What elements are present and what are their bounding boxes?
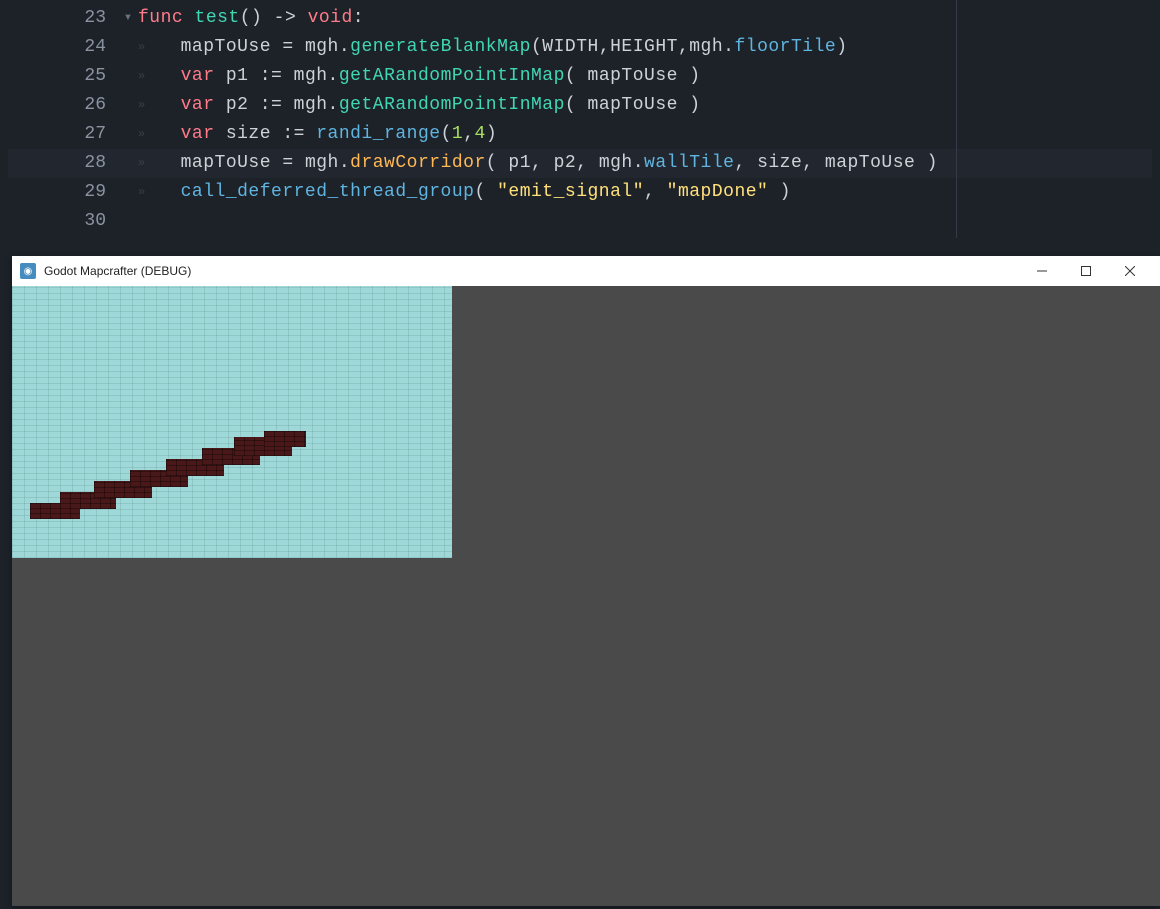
maximize-button[interactable]: [1064, 257, 1108, 285]
minimize-button[interactable]: [1020, 257, 1064, 285]
code-content[interactable]: var p2 := mgh.getARandomPointInMap( mapT…: [158, 91, 701, 120]
indent-guide-icon: »: [138, 91, 158, 120]
code-line[interactable]: 26 » var p2 := mgh.getARandomPointInMap(…: [8, 91, 1152, 120]
indent-guide-icon: »: [138, 120, 158, 149]
code-line[interactable]: 24 » mapToUse = mgh.generateBlankMap(WID…: [8, 33, 1152, 62]
window-titlebar[interactable]: ◉ Godot Mapcrafter (DEBUG): [12, 256, 1160, 286]
code-content[interactable]: mapToUse = mgh.drawCorridor( p1, p2, mgh…: [158, 149, 938, 178]
code-content[interactable]: var p1 := mgh.getARandomPointInMap( mapT…: [158, 62, 701, 91]
line-number: 30: [8, 207, 118, 236]
line-number: 24: [8, 33, 118, 62]
fold-icon[interactable]: ▾: [118, 4, 138, 33]
code-line[interactable]: 30: [8, 207, 1152, 236]
line-number: 27: [8, 120, 118, 149]
code-content[interactable]: var size := randi_range(1,4): [158, 120, 497, 149]
close-button[interactable]: [1108, 257, 1152, 285]
close-icon: [1125, 266, 1135, 276]
code-line[interactable]: 27 » var size := randi_range(1,4): [8, 120, 1152, 149]
line-number: 26: [8, 91, 118, 120]
maximize-icon: [1081, 266, 1091, 276]
line-number: 28: [8, 149, 118, 178]
indent-guide-icon: »: [138, 149, 158, 178]
code-line-current[interactable]: 28 » mapToUse = mgh.drawCorridor( p1, p2…: [8, 149, 1152, 178]
game-viewport: [12, 286, 1160, 906]
code-content[interactable]: func test() -> void:: [138, 4, 364, 33]
indent-guide-icon: »: [138, 62, 158, 91]
code-line[interactable]: 25 » var p1 := mgh.getARandomPointInMap(…: [8, 62, 1152, 91]
indent-guide-icon: »: [138, 33, 158, 62]
line-number: 23: [8, 4, 118, 33]
indent-guide-icon: »: [138, 178, 158, 207]
code-line[interactable]: 29 » call_deferred_thread_group( "emit_s…: [8, 178, 1152, 207]
code-content[interactable]: mapToUse = mgh.generateBlankMap(WIDTH,HE…: [158, 33, 848, 62]
godot-icon: ◉: [20, 263, 36, 279]
code-editor[interactable]: 23 ▾ func test() -> void: 24 » mapToUse …: [0, 0, 1160, 236]
minimize-icon: [1037, 266, 1047, 276]
window-title: Godot Mapcrafter (DEBUG): [44, 264, 1020, 278]
editor-ruler: [956, 0, 957, 238]
line-number: 29: [8, 178, 118, 207]
corridor-segment: [264, 431, 306, 447]
code-content[interactable]: call_deferred_thread_group( "emit_signal…: [158, 178, 791, 207]
game-window: ◉ Godot Mapcrafter (DEBUG): [12, 256, 1160, 906]
line-number: 25: [8, 62, 118, 91]
tilemap-floor: [12, 286, 452, 558]
code-line[interactable]: 23 ▾ func test() -> void:: [8, 4, 1152, 33]
